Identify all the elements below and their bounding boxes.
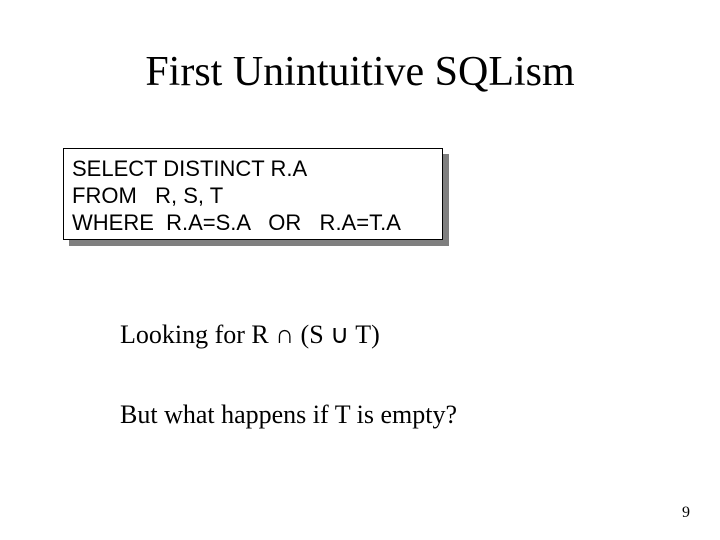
question-text: But what happens if T is empty? bbox=[120, 400, 457, 430]
page-number: 9 bbox=[682, 504, 690, 522]
sql-code-box: SELECT DISTINCT R.A FROM R, S, T WHERE R… bbox=[63, 148, 443, 240]
code-line-3: WHERE R.A=S.A OR R.A=T.A bbox=[72, 209, 434, 236]
code-line-1: SELECT DISTINCT R.A bbox=[72, 155, 434, 182]
code-line-2: FROM R, S, T bbox=[72, 182, 434, 209]
slide-title: First Unintuitive SQLism bbox=[0, 48, 720, 96]
looking-for-text: Looking for R ∩ (S ∪ T) bbox=[120, 320, 380, 350]
